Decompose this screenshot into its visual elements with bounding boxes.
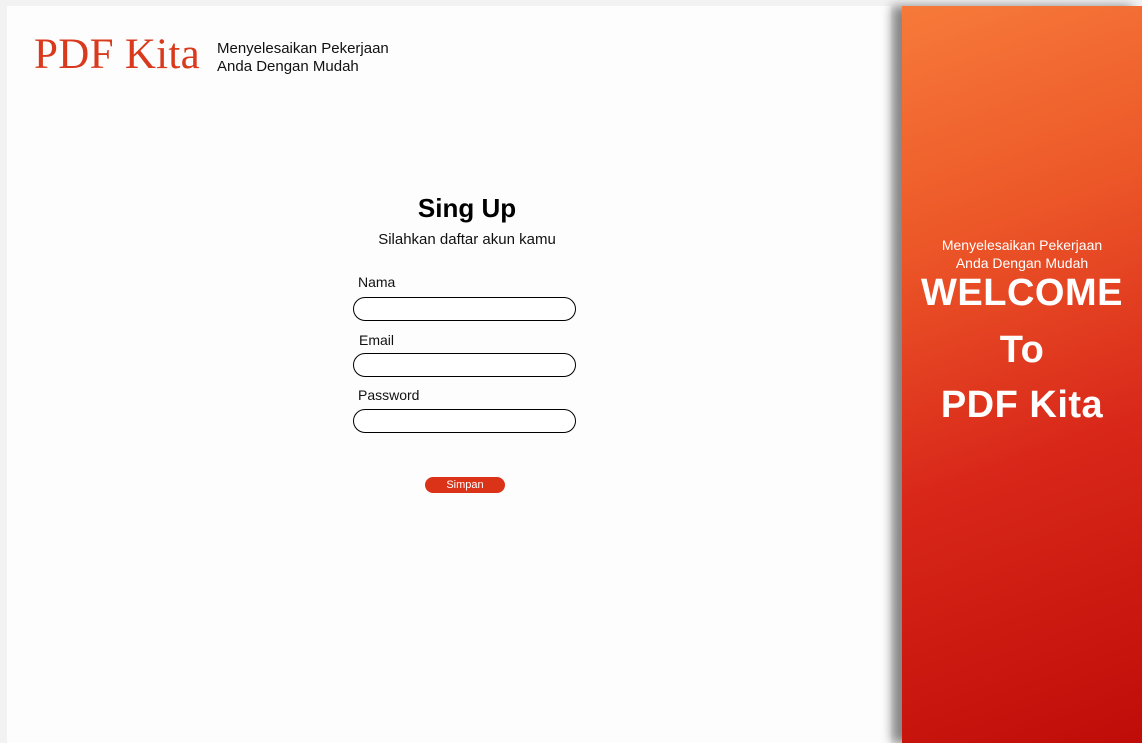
header-tagline: Menyelesaikan Pekerjaan Anda Dengan Muda… xyxy=(217,40,389,76)
email-label: Email xyxy=(359,332,395,348)
form-subtitle: Silahkan daftar akun kamu xyxy=(378,231,556,248)
welcome-brand-text: PDF Kita xyxy=(940,384,1104,426)
password-label: Password xyxy=(358,387,420,403)
simpan-button[interactable]: Simpan xyxy=(425,477,505,493)
header-tagline-line1: Menyelesaikan Pekerjaan xyxy=(217,40,389,57)
name-label: Nama xyxy=(358,274,396,290)
welcome-heading: WELCOME xyxy=(921,272,1123,314)
name-input[interactable] xyxy=(353,297,576,321)
side-tagline: Menyelesaikan Pekerjaan Anda Dengan Muda… xyxy=(902,236,1142,272)
signup-main-panel: PDF Kita Menyelesaikan Pekerjaan Anda De… xyxy=(7,6,891,743)
email-input[interactable] xyxy=(353,353,576,377)
pdf-kita-logo: PDF Kita xyxy=(34,31,201,78)
welcome-side-panel: Menyelesaikan Pekerjaan Anda Dengan Muda… xyxy=(902,6,1142,743)
side-tagline-line2: Anda Dengan Mudah xyxy=(955,255,1089,271)
password-input[interactable] xyxy=(353,409,576,433)
side-tagline-line1: Menyelesaikan Pekerjaan xyxy=(941,237,1103,253)
header-tagline-line2: Anda Dengan Mudah xyxy=(217,58,359,75)
welcome-to-text: To xyxy=(999,329,1045,371)
form-title: Sing Up xyxy=(417,193,517,223)
